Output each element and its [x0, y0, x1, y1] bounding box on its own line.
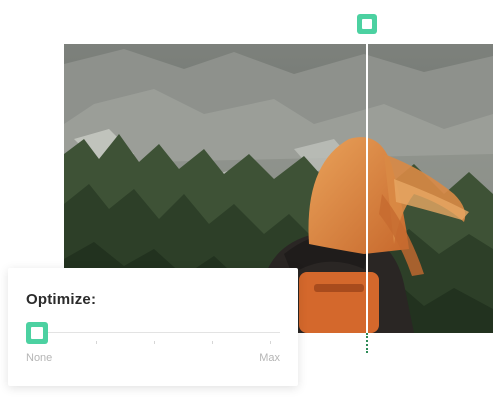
slider-tick — [96, 341, 97, 344]
slider-tick — [154, 341, 155, 344]
optimize-slider-track[interactable] — [28, 332, 280, 333]
optimize-slider-thumb[interactable] — [26, 322, 48, 344]
optimize-panel: Optimize: None Max — [8, 268, 298, 386]
slider-max-label: Max — [259, 352, 280, 364]
slider-tick — [270, 341, 271, 344]
compare-divider-tail — [366, 333, 368, 353]
image-optimizer-preview: Optimize: None Max — [0, 0, 500, 400]
compare-divider-line[interactable] — [366, 28, 368, 346]
optimize-title: Optimize: — [26, 291, 97, 308]
slider-tick — [212, 341, 213, 344]
slider-min-label: None — [26, 352, 53, 364]
compare-handle[interactable] — [357, 14, 377, 34]
